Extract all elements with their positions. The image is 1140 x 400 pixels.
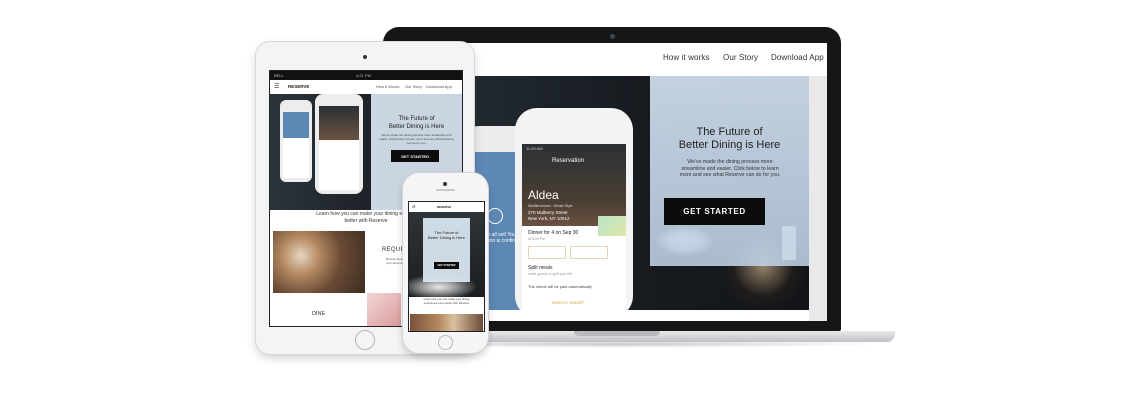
phone-status-time: 11:49 AM <box>526 146 543 151</box>
phone-food-photo <box>410 314 483 331</box>
phone-speaker <box>436 189 455 191</box>
restaurant-name: Aldea <box>528 188 559 202</box>
phone-brand-logo[interactable]: RESERVE <box>437 205 451 209</box>
check-note: The check will be paid automatically <box>528 284 592 289</box>
phone-menu-icon[interactable]: ☰ <box>412 204 416 209</box>
map-thumbnail <box>598 216 626 236</box>
dining-table-photo <box>273 231 365 293</box>
tablet-hero-title-line-2: Better Dining is Here <box>388 123 445 130</box>
check-circle-icon <box>487 208 503 224</box>
hamburger-menu-icon[interactable]: ☰ <box>274 83 279 90</box>
split-meals-item[interactable]: Split meals <box>528 265 552 271</box>
get-started-button[interactable]: GET STARTED <box>664 198 765 225</box>
tablet-home-button[interactable] <box>355 330 375 350</box>
phone-screen-photo <box>319 106 359 140</box>
call-button[interactable] <box>528 246 566 259</box>
restaurant-cuisine: Mediterranean · Winter Style <box>528 204 573 208</box>
address-line-1: 270 Mulberry Street <box>528 210 568 215</box>
laptop-notch <box>574 331 660 336</box>
phone-screen: ☰ RESERVE The Future of Better Dining is… <box>408 201 485 332</box>
address-line-2: New York, NY 10012 <box>528 215 570 221</box>
tablet-nav-bar: ☰ RESERVE How it Works Our Story Downloa… <box>270 80 462 95</box>
nav-link-how-it-works[interactable]: How it works <box>663 53 710 62</box>
tablet-get-started-button[interactable]: GET STARTED <box>391 150 439 162</box>
request-heading: REQUE <box>382 247 405 253</box>
phone-hero: The Future of Better Dining is Here GET … <box>409 212 484 297</box>
tablet-hero-subtitle: We've made the dining process more strea… <box>379 133 454 145</box>
phone-home-button[interactable] <box>438 335 453 350</box>
nav-link-our-story[interactable]: Our Story <box>723 53 758 62</box>
phone-hero-title-line-2: Better Dining is Here <box>428 235 465 240</box>
phone-camera <box>443 182 447 186</box>
phone-learn-line-2: experience even better with Reserve <box>423 300 470 305</box>
split-meals-note: Invite guests to split your bill <box>528 272 572 276</box>
laptop-camera <box>610 34 615 39</box>
dessert-photo <box>367 293 401 326</box>
tablet-nav-how-it-works[interactable]: How it Works <box>376 84 399 89</box>
tablet-camera <box>363 55 367 59</box>
tablet-nav-our-story[interactable]: Our Story <box>405 84 422 89</box>
phone-get-started-button[interactable]: GET STARTED <box>434 262 459 269</box>
tablet-hero-phone-back <box>280 100 312 182</box>
tablet-hero-title-line-1: The Future of <box>398 116 435 122</box>
cancel-link[interactable]: Need to cancel? <box>552 300 585 305</box>
restaurant-address: 270 Mulberry Street New York, NY 10012 <box>528 210 569 221</box>
status-time: 4:21 PM <box>356 73 371 78</box>
phone-cta-panel: The Future of Better Dining is Here GET … <box>423 218 470 282</box>
tablet-hero-phone-front <box>315 94 363 194</box>
dine-heading: DINE <box>312 311 326 317</box>
email-button[interactable] <box>570 246 608 259</box>
phone-screen-header <box>283 112 309 138</box>
hero-subtitle-line-3: more and see what Reserve can do for you… <box>679 172 781 178</box>
hero-title-line-2: Better Dining is Here <box>678 139 781 151</box>
nav-link-download-app[interactable]: Download App <box>771 53 824 62</box>
tablet-status-bar: BELL 4:21 PM <box>270 71 462 80</box>
laptop-scrollbar[interactable] <box>809 76 827 321</box>
carrier-label: BELL <box>274 73 284 78</box>
hero-title-line-1: The Future of <box>696 126 763 138</box>
reservation-header: Reservation <box>552 158 585 164</box>
tablet-nav-download-app[interactable]: Download App <box>426 84 452 89</box>
front-phone-mockup: 11:49 AM Reservation Aldea Mediterranean… <box>515 108 633 310</box>
brand-logo[interactable]: RESERVE <box>288 84 309 89</box>
phone-learn-text: Learn how you can make your dining exper… <box>411 297 482 305</box>
phone-device: ☰ RESERVE The Future of Better Dining is… <box>403 173 488 353</box>
booking-summary: Dinner for 4 on Sep 30 <box>528 230 579 236</box>
hero-cta-panel: The Future of Better Dining is Here We'v… <box>650 76 809 266</box>
booking-time: at 8:30 PM <box>528 237 545 241</box>
